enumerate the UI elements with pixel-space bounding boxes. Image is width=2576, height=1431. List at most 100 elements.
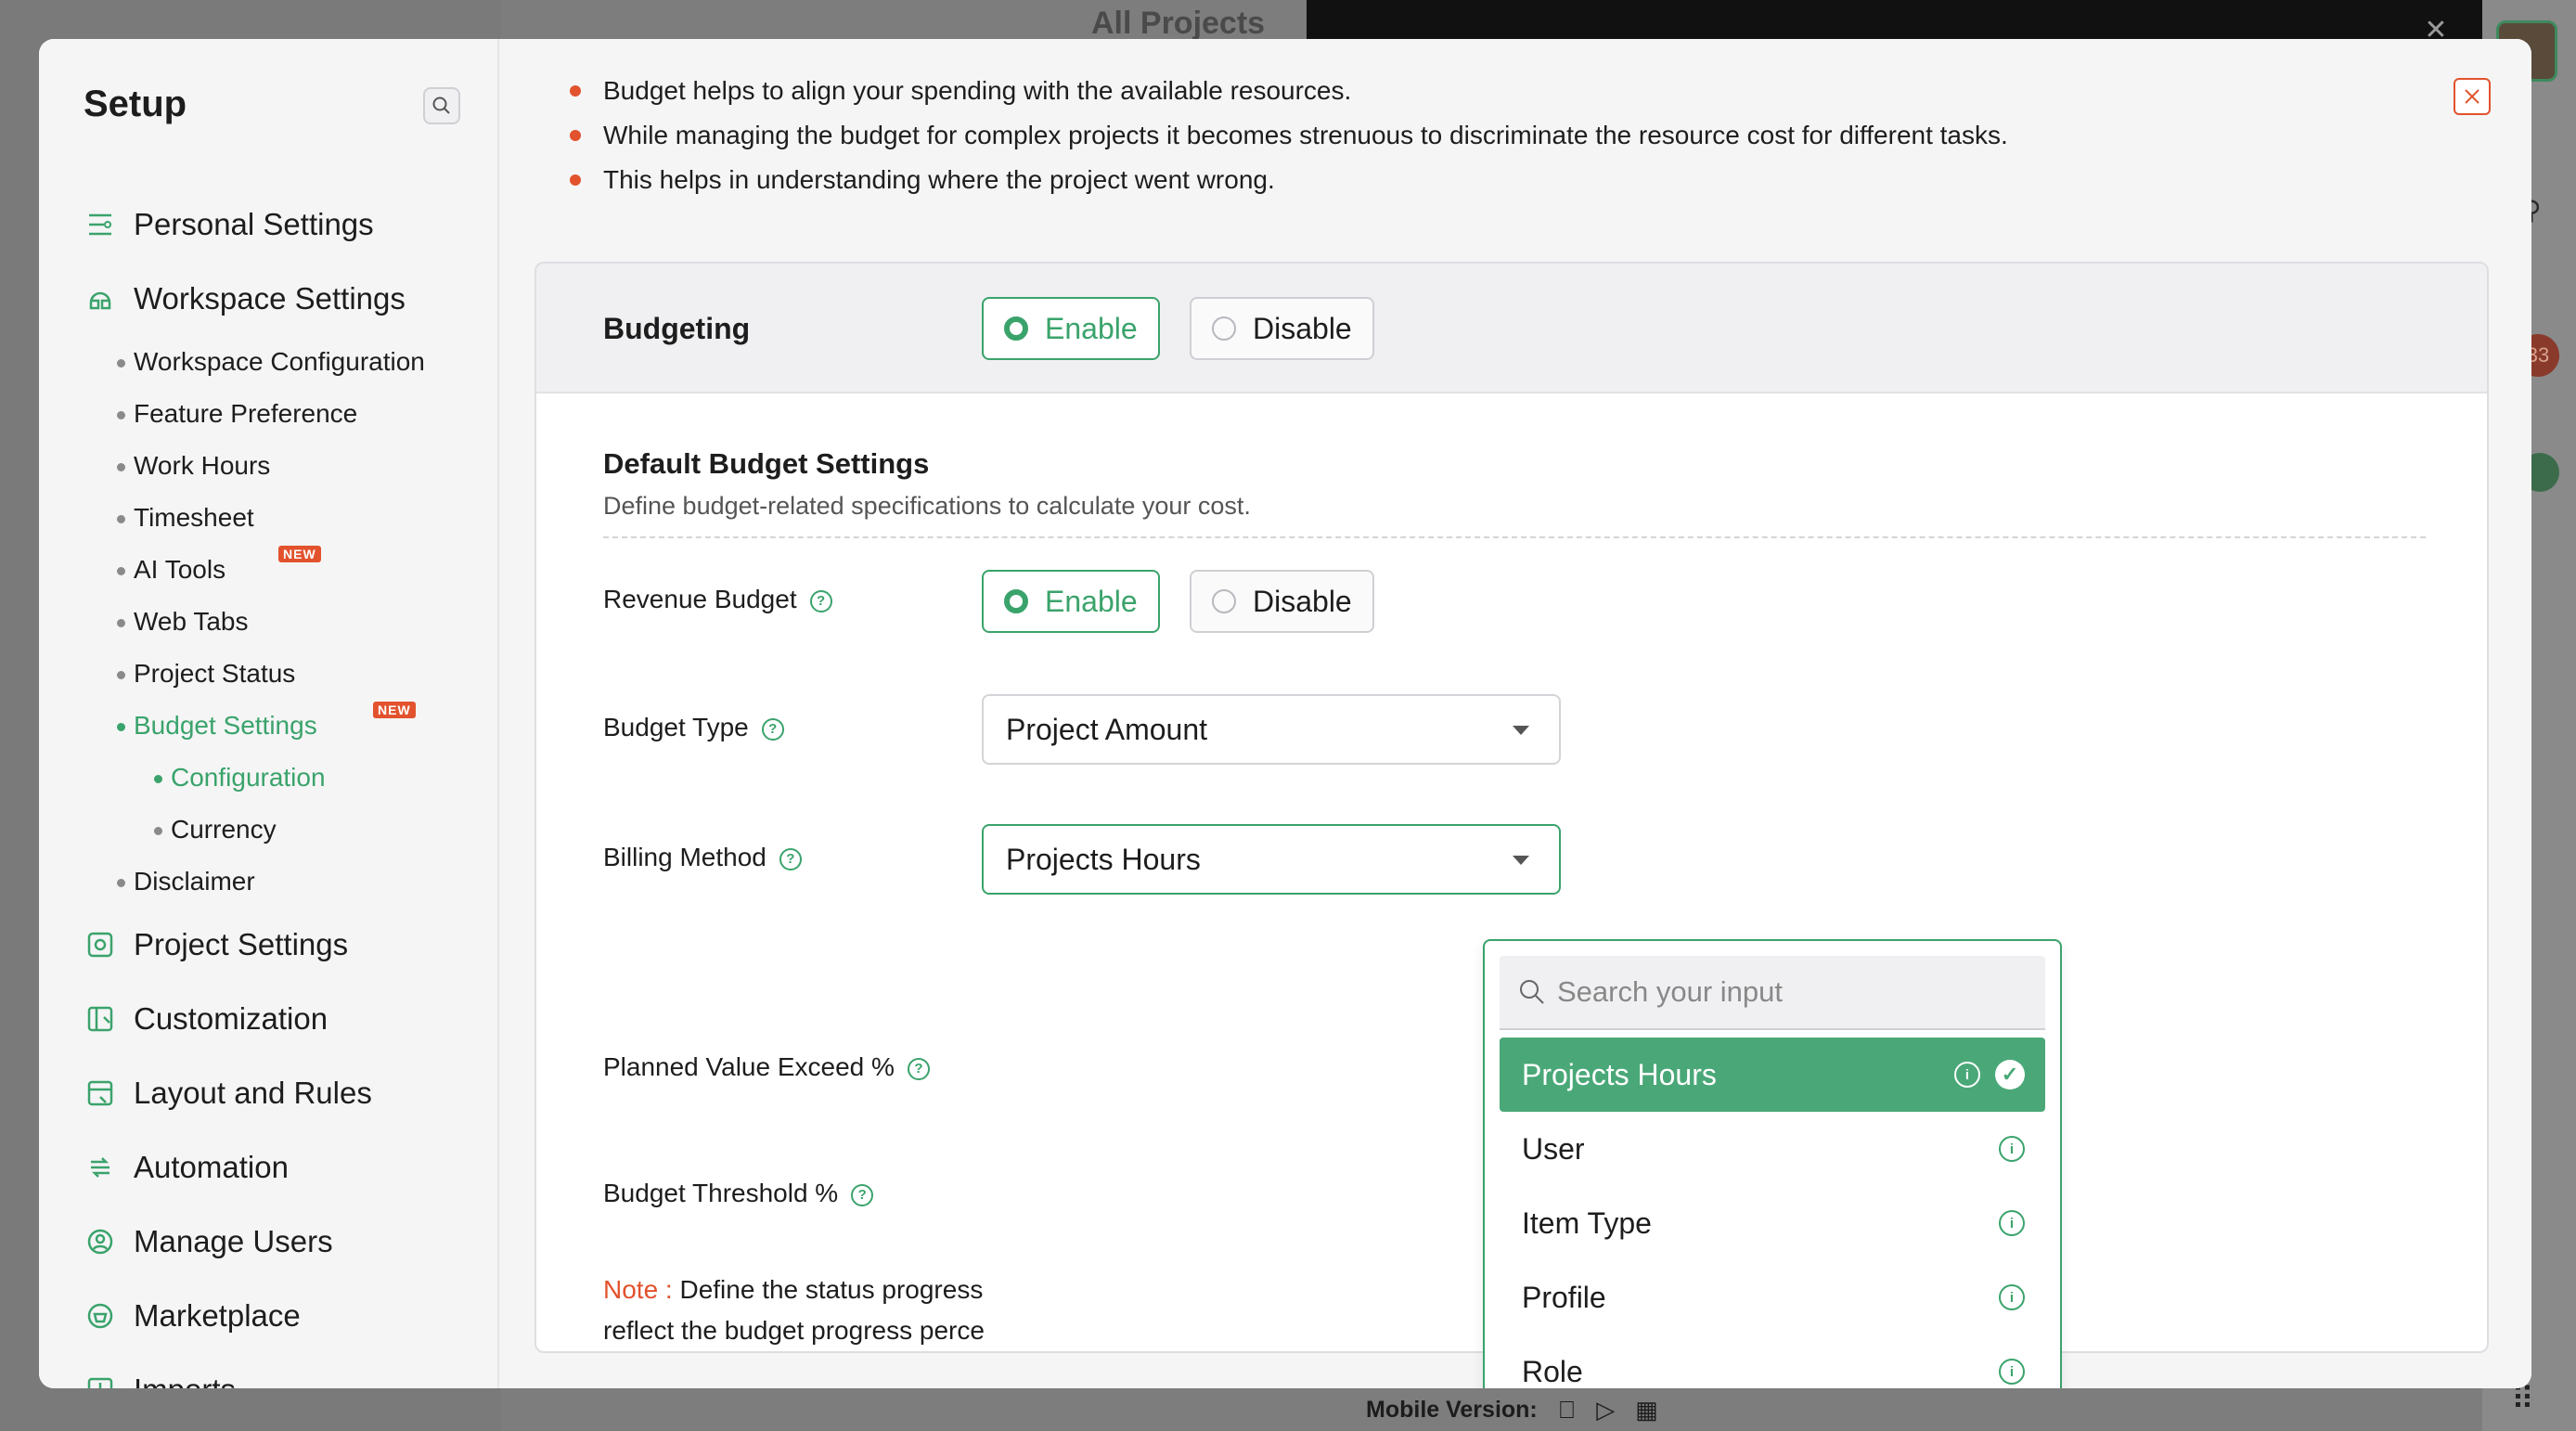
sidebar-subitem-project-status[interactable]: Project Status	[84, 648, 497, 700]
dropdown-search-input[interactable]	[1557, 975, 2003, 1009]
option-label: Profile	[1522, 1280, 1606, 1314]
layout-rules-icon	[84, 1076, 117, 1110]
budget-type-select[interactable]: Project Amount	[982, 694, 1561, 765]
background-title: All Projects	[1091, 6, 1266, 41]
dropdown-option-role[interactable]: Role i	[1500, 1334, 2045, 1388]
dropdown-option-projects-hours[interactable]: Projects Hours i ✓	[1500, 1038, 2045, 1112]
sidebar-item-customization[interactable]: Customization	[84, 982, 497, 1056]
sidebar-item-marketplace[interactable]: Marketplace	[84, 1279, 497, 1353]
sidebar-item-label: Manage Users	[134, 1224, 333, 1258]
sidebar-item-automation[interactable]: Automation	[84, 1130, 497, 1205]
sidebar-item-label: AI Tools	[134, 555, 226, 584]
mobile-version-label: Mobile Version:	[1366, 1396, 1538, 1423]
option-label: User	[1522, 1131, 1585, 1166]
section-title: Default Budget Settings	[603, 447, 930, 480]
info-bullet: Budget helps to align your spending with…	[570, 69, 2008, 113]
setup-modal: Setup Personal Settings Workspace Settin…	[39, 39, 2531, 1388]
sidebar-subitem-currency[interactable]: Currency	[84, 804, 497, 856]
manage-users-icon	[84, 1225, 117, 1258]
billing-method-select[interactable]: Projects Hours	[982, 824, 1561, 895]
revenue-enable-option[interactable]: Enable	[982, 570, 1160, 633]
sidebar-item-label: Workspace Settings	[134, 281, 406, 316]
sidebar-subitem-workspace-configuration[interactable]: Workspace Configuration	[84, 336, 497, 388]
budgeting-disable-option[interactable]: Disable	[1190, 297, 1374, 360]
dropdown-search	[1500, 956, 2045, 1030]
budget-type-label: Budget Type?	[603, 713, 784, 742]
select-value: Project Amount	[1006, 712, 1207, 746]
budgeting-header: Budgeting Enable Disable	[536, 264, 2487, 393]
apple-icon: 	[1558, 1396, 1577, 1425]
sidebar-item-manage-users[interactable]: Manage Users	[84, 1205, 497, 1279]
help-icon[interactable]: ?	[779, 847, 802, 870]
help-icon[interactable]: ?	[851, 1183, 874, 1206]
sidebar-item-layout-rules[interactable]: Layout and Rules	[84, 1056, 497, 1130]
sidebar-item-personal-settings[interactable]: Personal Settings	[84, 187, 497, 262]
sidebar-subitem-configuration[interactable]: Configuration	[84, 752, 497, 804]
info-icon[interactable]: i	[1999, 1136, 2025, 1162]
dropdown-option-item-type[interactable]: Item Type i	[1500, 1186, 2045, 1260]
close-button[interactable]	[2454, 78, 2491, 115]
help-icon[interactable]: ?	[907, 1057, 930, 1080]
option-label: Item Type	[1522, 1205, 1652, 1240]
info-icon[interactable]: i	[1999, 1210, 2025, 1236]
budget-threshold-label: Budget Threshold %?	[603, 1179, 874, 1208]
sidebar-subitem-feature-preference[interactable]: Feature Preference	[84, 388, 497, 440]
sidebar-subitem-work-hours[interactable]: Work Hours	[84, 440, 497, 492]
billing-method-dropdown: Projects Hours i ✓ User i Item Type i Pr…	[1483, 939, 2062, 1388]
sidebar-search-button[interactable]	[423, 87, 460, 124]
mobile-version-bar: Mobile Version:  ▷ ▦	[1307, 1388, 2482, 1431]
budget-note: Note : Define the status progress	[603, 1275, 983, 1305]
sidebar-item-project-settings[interactable]: Project Settings	[84, 908, 497, 982]
new-badge: NEW	[373, 702, 416, 718]
close-icon	[2465, 89, 2479, 104]
search-icon	[1520, 980, 1544, 1004]
info-icon[interactable]: i	[1999, 1359, 2025, 1385]
budgeting-label: Budgeting	[603, 312, 751, 345]
budget-info-list: Budget helps to align your spending with…	[570, 69, 2008, 202]
field-label: Budget Type	[603, 713, 749, 741]
field-label: Budget Threshold %	[603, 1179, 839, 1207]
sidebar-item-label: Layout and Rules	[134, 1076, 372, 1110]
chevron-down-icon	[1513, 726, 1529, 735]
sidebar-subitem-web-tabs[interactable]: Web Tabs	[84, 596, 497, 648]
radio-empty-icon	[1212, 589, 1236, 613]
sidebar-item-imports[interactable]: Imports	[84, 1353, 497, 1388]
info-icon[interactable]: i	[1954, 1062, 1980, 1088]
sidebar-subitem-budget-settings[interactable]: Budget Settings NEW	[84, 700, 497, 752]
sidebar-subitem-disclaimer[interactable]: Disclaimer	[84, 856, 497, 908]
section-description: Define budget-related specifications to …	[603, 492, 1251, 520]
info-bullet: This helps in understanding where the pr…	[570, 158, 2008, 202]
check-icon: ✓	[1995, 1060, 2025, 1089]
option-label: Enable	[1045, 584, 1138, 618]
note-text: Define the status progress	[679, 1275, 984, 1304]
budget-note-continued: reflect the budget progress perce	[603, 1316, 985, 1345]
radio-selected-icon	[1004, 589, 1028, 613]
info-bullet: While managing the budget for complex pr…	[570, 113, 2008, 158]
sidebar-subitem-timesheet[interactable]: Timesheet	[84, 492, 497, 544]
workspace-settings-icon	[84, 282, 117, 316]
dropdown-option-profile[interactable]: Profile i	[1500, 1260, 2045, 1334]
personal-settings-icon	[84, 208, 117, 241]
revenue-disable-option[interactable]: Disable	[1190, 570, 1374, 633]
select-value: Projects Hours	[1006, 842, 1201, 876]
budgeting-enable-option[interactable]: Enable	[982, 297, 1160, 360]
chevron-down-icon	[1513, 856, 1529, 865]
help-icon[interactable]: ?	[761, 717, 784, 741]
dropdown-option-user[interactable]: User i	[1500, 1112, 2045, 1186]
sidebar-item-label: Automation	[134, 1150, 289, 1184]
sidebar-nav: Personal Settings Workspace Settings Wor…	[84, 187, 497, 1388]
info-icon[interactable]: i	[1999, 1284, 2025, 1310]
play-store-icon: ▷	[1578, 1395, 1615, 1424]
sidebar-subitem-ai-tools[interactable]: AI Tools NEW	[84, 544, 497, 596]
option-label: Disable	[1253, 311, 1352, 345]
option-label: Enable	[1045, 311, 1138, 345]
field-label: Revenue Budget	[603, 585, 797, 613]
imports-icon	[84, 1373, 117, 1388]
automation-icon	[84, 1151, 117, 1184]
option-label: Role	[1522, 1354, 1583, 1388]
sidebar-item-workspace-settings[interactable]: Workspace Settings	[84, 262, 497, 336]
sidebar-item-label: Project Settings	[134, 927, 349, 961]
setup-content: Budget helps to align your spending with…	[499, 39, 2531, 1388]
billing-method-label: Billing Method?	[603, 843, 802, 872]
help-icon[interactable]: ?	[809, 589, 832, 612]
